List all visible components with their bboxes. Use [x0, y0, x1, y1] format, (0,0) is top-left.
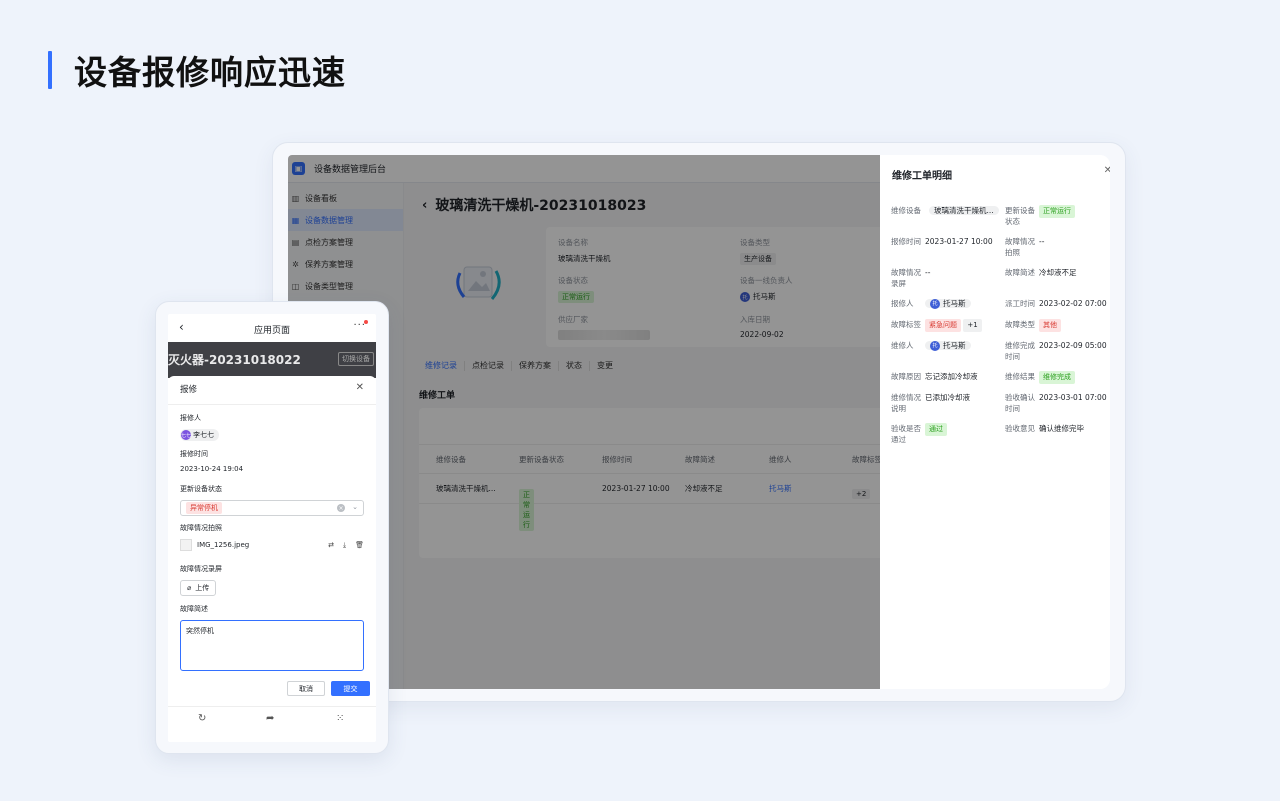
divider [168, 404, 376, 405]
mobile-device-header: 灭火器-20231018022 切换设备 [168, 342, 376, 378]
form-reporter: 报修人 七七 李七七 [180, 413, 219, 441]
field-fault-type: 故障类型 其他 [1005, 319, 1061, 332]
form-record: 故障情况录屏 ⌀ 上传 [180, 564, 222, 596]
delete-icon[interactable]: 🗑 [355, 541, 364, 550]
mobile-device-title: 灭火器-20231018022 [168, 353, 301, 367]
field-report-time: 报修时间 2023-01-27 10:00 [891, 237, 993, 246]
avatar: 托 [930, 341, 940, 351]
field-photo: 故障情况拍照 -- [1005, 237, 1045, 257]
brief-textarea[interactable]: 突然停机 [180, 620, 364, 671]
attached-file: IMG_1256.jpeg ⇄ ⤓ 🗑 [180, 539, 364, 551]
chevron-down-icon: ⌄ [352, 503, 358, 511]
field-reporter: 报修人 托托马斯 [891, 298, 971, 309]
cancel-button[interactable]: 取消 [287, 681, 325, 696]
download-icon[interactable]: ⤓ [343, 541, 346, 550]
field-brief: 故障简述 冷却液不足 [1005, 268, 1077, 277]
share-icon[interactable]: ➦ [266, 713, 274, 724]
sheet-header: 报修 ✕ [180, 382, 366, 397]
mobile-bottom-bar: ↻ ➦ ⁙ [168, 706, 376, 742]
image-thumbnail-icon [180, 539, 192, 551]
replace-icon[interactable]: ⇄ [328, 541, 334, 550]
field-record: 故障情况录屏 -- [891, 268, 931, 288]
avatar: 七七 [181, 430, 191, 440]
file-name: IMG_1256.jpeg [197, 541, 250, 549]
field-pass: 验收是否通过 通过 [891, 423, 947, 445]
sheet-title: 报修 [180, 385, 198, 395]
repair-sheet: 报修 ✕ 报修人 七七 李七七 报修时间 2023-10-24 19:04 更新设… [168, 376, 376, 706]
upload-button[interactable]: ⌀ 上传 [180, 580, 217, 596]
mobile-screen: ‹ 应用页面 ··· 灭火器-20231018022 切换设备 报修 ✕ 报修人… [168, 314, 376, 742]
field-dispatch-time: 派工时间 2023-02-02 07:00 [1005, 299, 1107, 308]
status-select[interactable]: 异常停机 × ⌄ [180, 500, 364, 516]
drawer-title: 维修工单明细 [892, 171, 952, 182]
field-update-status: 更新设备状态 正常运行 [1005, 205, 1075, 227]
notification-dot [364, 320, 368, 324]
field-done-time: 维修完成时间 2023-02-09 05:00 [1005, 341, 1107, 361]
paperclip-icon: ⌀ [187, 584, 192, 592]
field-confirm-time: 验收确认时间 2023-03-01 07:00 [1005, 393, 1107, 413]
field-repairer: 维修人 托托马斯 [891, 340, 971, 351]
apps-grid-icon[interactable]: ⁙ [336, 713, 344, 724]
field-opinion: 验收意见 确认维修完毕 [1005, 424, 1084, 433]
mobile-nav-title: 应用页面 [253, 326, 290, 336]
form-status: 更新设备状态 异常停机 × ⌄ [180, 484, 364, 516]
page-title: 设备报修响应迅速 [74, 53, 346, 92]
refresh-icon[interactable]: ↻ [198, 713, 206, 724]
desktop-screen: ▣ 设备数据管理后台 ▥ 设备看板 ▦ 设备数据管理 ▤ 点检方案管理 ✲ 保养… [288, 155, 1110, 689]
close-icon[interactable]: ✕ [1104, 165, 1110, 176]
submit-button[interactable]: 提交 [331, 681, 370, 696]
form-time: 报修时间 2023-10-24 19:04 [180, 450, 244, 473]
field-reason: 故障原因 忘记添加冷却液 [891, 372, 978, 381]
close-icon[interactable]: ✕ [356, 382, 364, 393]
form-photo: 故障情况拍照 IMG_1256.jpeg ⇄ ⤓ 🗑 [180, 524, 364, 551]
clear-icon[interactable]: × [337, 504, 345, 512]
heading-accent-bar [48, 51, 52, 89]
status-selected-tag: 异常停机 [186, 502, 222, 514]
field-result: 维修结果 维修完成 [1005, 371, 1075, 384]
field-tags: 故障标签 紧急问题 +1 [891, 319, 982, 332]
form-brief: 故障简述 突然停机 [180, 604, 364, 671]
avatar: 托 [930, 299, 940, 309]
repair-detail-drawer: 维修工单明细 ✕ 维修设备 玻璃清洗干燥机... 更新设备状态 正常运行 报修时… [880, 155, 1110, 689]
field-explain: 维修情况说明 已添加冷却液 [891, 393, 970, 413]
field-device: 维修设备 玻璃清洗干燥机... [891, 205, 999, 216]
page-heading: 设备报修响应迅速 [48, 50, 346, 92]
switch-device-button[interactable]: 切换设备 [338, 352, 374, 366]
mobile-navbar: ‹ 应用页面 ··· [168, 314, 376, 342]
